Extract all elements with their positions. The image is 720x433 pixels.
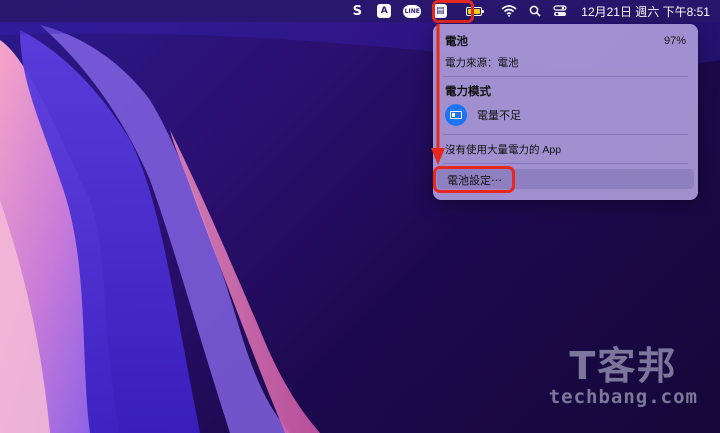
- battery-menu-title: 電池: [445, 36, 468, 48]
- red-arrow-annotation: [431, 24, 445, 165]
- watermark-logo: T客邦: [569, 344, 678, 388]
- search-icon: [529, 5, 541, 17]
- menu-divider: [443, 163, 688, 164]
- wifi-menu[interactable]: [501, 0, 517, 22]
- menu-divider: [443, 134, 688, 135]
- menu-divider: [443, 76, 688, 77]
- control-center-icon: [553, 5, 567, 16]
- s-app-icon: S: [352, 3, 362, 19]
- power-mode-header: 電力模式: [445, 86, 491, 98]
- font-app-menu[interactable]: A: [377, 0, 392, 22]
- no-heavy-apps-text: 沒有使用大量電力的 App: [445, 143, 562, 156]
- power-mode-option[interactable]: 電量不足: [445, 103, 686, 127]
- power-source-text: 電力來源：電池: [445, 56, 519, 69]
- menu-bar-clock[interactable]: 12月21日 週六 下午8:51: [581, 3, 710, 20]
- techbang-watermark: T客邦 techbang.com: [549, 346, 698, 408]
- control-center-menu[interactable]: [553, 0, 567, 22]
- wifi-icon: [501, 5, 517, 17]
- settings-highlight-box: [433, 166, 515, 193]
- battery-header-row: 電池 97%: [445, 33, 686, 49]
- spotlight-menu[interactable]: [529, 0, 541, 22]
- watermark-site: techbang.com: [548, 386, 698, 408]
- low-power-mode-icon: [445, 104, 467, 126]
- power-mode-option-label: 電量不足: [477, 110, 521, 122]
- line-icon: LINE: [403, 4, 422, 18]
- battery-percentage: 97%: [663, 35, 686, 47]
- font-app-icon: A: [377, 4, 392, 18]
- menu-bar: S A LINE ▤ 12月21日 週六 下午8:51: [0, 0, 720, 22]
- line-menu[interactable]: LINE: [403, 0, 422, 22]
- s-app-menu[interactable]: S: [349, 0, 365, 22]
